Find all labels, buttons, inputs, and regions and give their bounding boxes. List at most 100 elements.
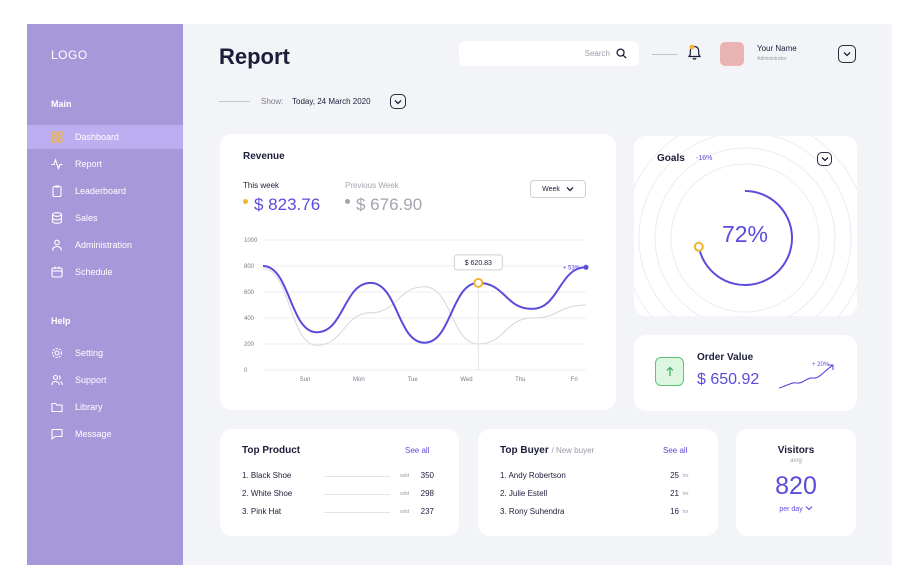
avatar[interactable] (720, 42, 744, 66)
product-name: 1. Black Shoe (242, 471, 292, 480)
sidebar-item-support[interactable]: Support (27, 368, 183, 392)
sidebar-item-label: Administration (75, 240, 133, 250)
top-buyer-see-all-link[interactable]: See all (663, 446, 687, 455)
goals-delta: -16% (696, 155, 713, 162)
previous-week-line (262, 268, 587, 346)
clipboard-icon (51, 185, 63, 197)
sidebar-item-label: Support (75, 375, 107, 385)
user-menu-button[interactable] (838, 45, 856, 63)
product-count: 237 (420, 507, 434, 516)
buyer-name: 3. Rony Suhendra (500, 507, 565, 516)
divider (324, 494, 390, 495)
trx-label: trx (683, 491, 689, 497)
sidebar-item-sales[interactable]: Sales (27, 206, 183, 230)
y-tick-label: 600 (244, 290, 255, 296)
product-count: 298 (420, 489, 434, 498)
order-value-card: Order Value $ 650.92 + 20% (634, 335, 857, 411)
buyer-count: 21 (670, 489, 679, 498)
x-tick-label: Mon (353, 377, 365, 383)
sidebar-item-message[interactable]: Message (27, 422, 183, 446)
folder-icon (51, 401, 63, 413)
order-value-title: Order Value (697, 352, 754, 363)
sidebar-item-label: Dashboard (75, 132, 120, 142)
product-name: 3. Pink Hat (242, 507, 282, 516)
visitors-value: 820 (775, 472, 817, 500)
page-title: Report (219, 44, 290, 69)
visitors-subtitle: avrg (790, 458, 802, 464)
chart-tooltip-text: $ 620.83 (465, 260, 492, 267)
order-up-badge (655, 357, 684, 386)
top-buyer-title: Top Buyer / New buyer (500, 445, 594, 456)
search-input[interactable]: Search (459, 41, 639, 66)
top-product-see-all-link[interactable]: See all (405, 446, 429, 455)
x-tick-label: Sun (300, 377, 311, 383)
logo: LOGO (51, 48, 88, 62)
x-tick-label: Fri (571, 377, 578, 383)
growth-label: + 53% (563, 265, 581, 271)
chevron-down-icon (821, 157, 828, 162)
y-tick-label: 200 (244, 342, 255, 348)
activity-icon (51, 158, 63, 170)
calendar-icon (51, 266, 63, 278)
divider (324, 476, 390, 477)
buyer-name: 2. Julie Estell (500, 489, 548, 498)
date-filter-value: Today, 24 March 2020 (292, 97, 371, 106)
chevron-down-icon (805, 506, 813, 511)
visitors-period-select[interactable]: per day (736, 505, 856, 513)
user-name: Your Name (757, 44, 797, 53)
order-trend-sparkline (778, 364, 834, 389)
sidebar-item-label: Message (75, 429, 112, 439)
list-item: 3. Pink Hat sold 237 (242, 507, 434, 519)
buyer-name: 1. Andy Robertson (500, 471, 566, 480)
sidebar-item-schedule[interactable]: Schedule (27, 260, 183, 284)
sidebar-item-label: Report (75, 159, 103, 169)
visitors-card: Visitors avrg 820 per day (736, 429, 856, 536)
y-tick-label: 400 (244, 316, 255, 322)
database-icon (51, 212, 63, 224)
search-icon (616, 48, 627, 59)
this-week-line (262, 265, 587, 344)
sidebar-item-leaderboard[interactable]: Leaderboard (27, 179, 183, 203)
sidebar-item-label: Setting (75, 348, 104, 358)
search-placeholder: Search (584, 49, 610, 58)
user-role: Administrator (757, 56, 787, 62)
sidebar-item-dashboard[interactable]: Dashboard (27, 125, 183, 149)
sold-label: sold (400, 491, 410, 497)
sidebar-item-setting[interactable]: Setting (27, 341, 183, 365)
sidebar-item-report[interactable]: Report (27, 152, 183, 176)
help-section-heading: Help (51, 316, 71, 326)
main-section-heading: Main (51, 99, 72, 109)
goals-arc-knob (693, 241, 704, 252)
users-icon (51, 374, 63, 386)
show-label: Show: (261, 97, 284, 106)
buyer-count: 16 (670, 507, 679, 516)
app-frame: LOGO Main Dashboard Report Leaderboard S… (27, 24, 892, 565)
product-name: 2. White Shoe (242, 489, 293, 498)
goals-percent: 72% (721, 221, 769, 247)
product-count: 350 (420, 471, 434, 480)
end-point (583, 264, 589, 270)
list-item: 1. Black Shoe sold 350 (242, 471, 434, 483)
sidebar-item-label: Schedule (75, 267, 113, 277)
goals-menu-button[interactable] (817, 152, 832, 166)
bell-icon (688, 44, 701, 60)
user-icon (51, 239, 63, 251)
dashboard-icon (51, 131, 63, 143)
revenue-card: Revenue This week $ 823.76 Previous Week… (220, 134, 616, 410)
x-tick-label: Thu (515, 377, 525, 383)
message-icon (51, 428, 63, 440)
gear-icon (51, 347, 63, 359)
x-tick-label: Tue (408, 377, 419, 383)
sidebar-item-administration[interactable]: Administration (27, 233, 183, 257)
list-item: 2. White Shoe sold 298 (242, 489, 434, 501)
sidebar-item-library[interactable]: Library (27, 395, 183, 419)
top-buyer-card: Top Buyer / New buyer See all 1. Andy Ro… (478, 429, 718, 536)
chevron-down-icon (843, 52, 851, 57)
visitors-title: Visitors (777, 445, 815, 456)
notification-button[interactable] (687, 44, 702, 66)
sidebar-item-label: Library (75, 402, 103, 412)
chevron-down-icon (394, 99, 402, 104)
sold-label: sold (400, 473, 410, 479)
date-filter-button[interactable] (390, 94, 406, 109)
show-divider (219, 101, 250, 102)
